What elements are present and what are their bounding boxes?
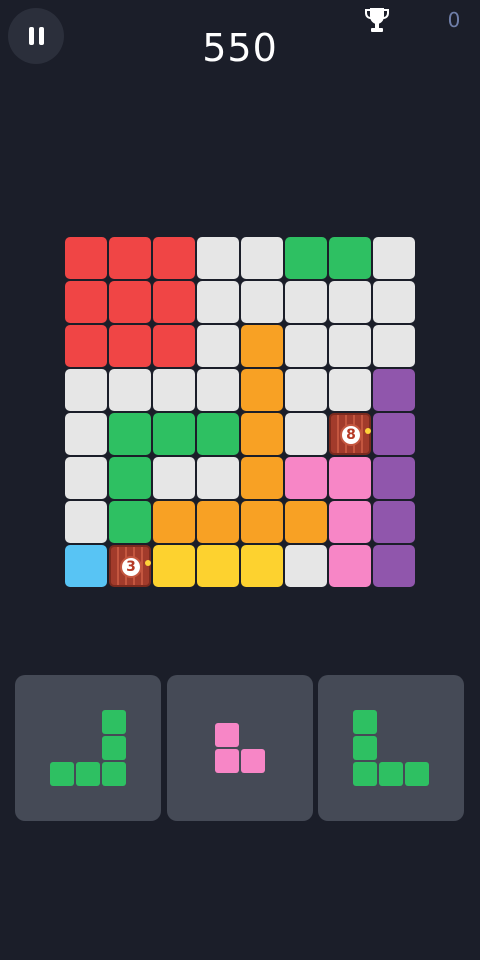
board-cell-empty xyxy=(197,325,239,367)
board-cell-green xyxy=(109,501,151,543)
board-cell-green xyxy=(109,413,151,455)
score-display: 550 xyxy=(202,26,278,70)
board-cell-red xyxy=(153,237,195,279)
board-cell-empty xyxy=(197,457,239,499)
piece-block xyxy=(102,710,126,734)
board-cell-empty xyxy=(373,237,415,279)
board-cell-green xyxy=(153,413,195,455)
board-cell-empty xyxy=(65,457,107,499)
board-cell-orange xyxy=(241,369,283,411)
spark-icon xyxy=(145,560,151,566)
board-cell-green xyxy=(197,413,239,455)
piece-block xyxy=(379,762,403,786)
board-cell-empty xyxy=(285,281,327,323)
bomb-countdown: 3 xyxy=(120,556,142,578)
piece-block xyxy=(353,762,377,786)
piece-block xyxy=(102,762,126,786)
piece-block xyxy=(215,749,239,773)
piece-block xyxy=(76,762,100,786)
board-cell-blue xyxy=(65,545,107,587)
board-cell-red xyxy=(109,325,151,367)
piece-slot-3[interactable] xyxy=(318,675,464,821)
board-cell-purple xyxy=(373,413,415,455)
board-cell-red xyxy=(65,281,107,323)
board-cell-purple xyxy=(373,457,415,499)
bomb-countdown: 8 xyxy=(340,424,362,446)
board-cell-yellow xyxy=(153,545,195,587)
board-cell-empty xyxy=(241,281,283,323)
board-cell-empty xyxy=(373,325,415,367)
piece-block xyxy=(353,736,377,760)
board-cell-empty xyxy=(329,369,371,411)
spark-icon xyxy=(365,428,371,434)
piece-slot-2[interactable] xyxy=(167,675,313,821)
board-cell-orange xyxy=(285,501,327,543)
board-cell-empty xyxy=(65,413,107,455)
board-cell-empty xyxy=(197,369,239,411)
piece-slot-1[interactable] xyxy=(15,675,161,821)
board-cell-red xyxy=(153,325,195,367)
piece-block xyxy=(102,736,126,760)
board-cell-green xyxy=(285,237,327,279)
board-cell-empty xyxy=(329,325,371,367)
board-cell-empty xyxy=(109,369,151,411)
board-cell-orange xyxy=(241,325,283,367)
board-cell-red xyxy=(65,237,107,279)
board-cell-pink xyxy=(285,457,327,499)
trophy-icon xyxy=(365,8,389,32)
board-cell-empty xyxy=(329,281,371,323)
board-cell-empty xyxy=(241,237,283,279)
board-cell-empty xyxy=(197,281,239,323)
board-cell-red xyxy=(153,281,195,323)
game-screen: 550 0 83 xyxy=(0,0,480,960)
board-cell-orange xyxy=(241,413,283,455)
best-score: 0 xyxy=(447,8,461,32)
board-cell-empty xyxy=(153,369,195,411)
board-cell-empty xyxy=(373,281,415,323)
board-cell-pink xyxy=(329,545,371,587)
board-cell-orange xyxy=(197,501,239,543)
board-cell-purple xyxy=(373,545,415,587)
game-board[interactable]: 83 xyxy=(65,237,417,589)
piece-block xyxy=(241,749,265,773)
board-cell-orange xyxy=(241,457,283,499)
board-cell-red xyxy=(65,325,107,367)
board-cell-purple xyxy=(373,369,415,411)
board-cell-empty xyxy=(197,237,239,279)
board-cell-purple xyxy=(373,501,415,543)
board-cell-pink xyxy=(329,501,371,543)
board-cell-yellow xyxy=(197,545,239,587)
board-cell-green xyxy=(109,457,151,499)
piece-block xyxy=(50,762,74,786)
board-cell-empty xyxy=(65,501,107,543)
board-cell-empty xyxy=(65,369,107,411)
piece-block xyxy=(215,723,239,747)
board-cell-empty xyxy=(285,545,327,587)
board-cell-red xyxy=(109,281,151,323)
board-cell-orange xyxy=(153,501,195,543)
board-cell-empty xyxy=(285,369,327,411)
board-cell-yellow xyxy=(241,545,283,587)
board-cell-green xyxy=(329,237,371,279)
board-cell-orange xyxy=(241,501,283,543)
board-cell-empty xyxy=(285,413,327,455)
board-cell-red xyxy=(109,237,151,279)
board-cell-empty xyxy=(153,457,195,499)
board-cell-empty xyxy=(285,325,327,367)
piece-block xyxy=(405,762,429,786)
bomb-block: 3 xyxy=(109,545,151,587)
piece-block xyxy=(353,710,377,734)
board-cell-pink xyxy=(329,457,371,499)
bomb-block: 8 xyxy=(329,413,371,455)
